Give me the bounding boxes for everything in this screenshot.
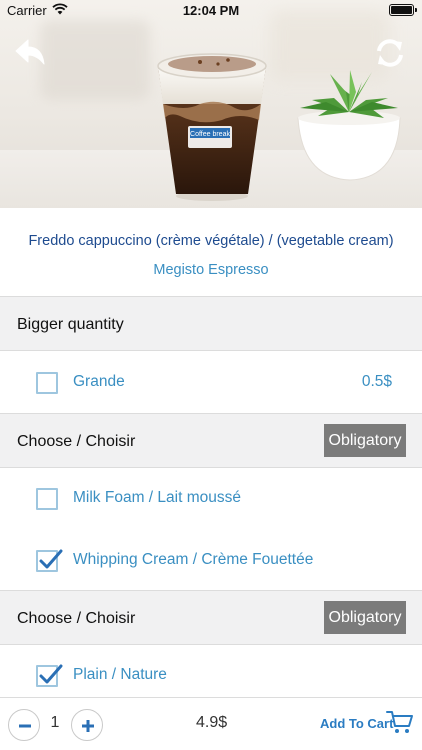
option-label: Plain / Nature [73, 666, 167, 683]
increase-quantity-button[interactable] [71, 709, 103, 741]
obligatory-badge: Obligatory [324, 424, 406, 457]
product-image: Coffee break [0, 0, 422, 208]
checkmark-icon [39, 549, 63, 569]
add-to-cart-label: Add To Cart [320, 716, 394, 731]
minus-icon [19, 724, 31, 728]
option-price: 0.5$ [361, 373, 392, 390]
status-bar: Carrier 12:04 PM [0, 0, 422, 22]
section-header-choose-2: Choose / Choisir Obligatory [0, 590, 422, 645]
obligatory-badge: Obligatory [324, 601, 406, 634]
status-time: 12:04 PM [182, 3, 240, 18]
option-label: Whipping Cream / Crème Fouettée [73, 551, 314, 568]
battery-icon [389, 4, 417, 16]
total-price: 4.9$ [196, 714, 228, 731]
refresh-icon [377, 39, 403, 67]
checkbox-checked[interactable] [36, 664, 63, 687]
section-header-bigger-quantity: Bigger quantity [0, 296, 422, 351]
option-grande[interactable]: Grande 0.5$ [0, 352, 422, 410]
plus-icon [82, 720, 94, 732]
option-whipping-cream[interactable]: Whipping Cream / Crème Fouettée [0, 531, 422, 589]
add-to-cart-button[interactable]: Add To Cart [318, 706, 414, 742]
option-milk-foam[interactable]: Milk Foam / Lait moussé [0, 469, 422, 527]
back-button[interactable] [13, 36, 47, 70]
checkbox-unchecked[interactable] [36, 372, 58, 394]
product-title: Freddo cappuccino (crème végétale) / (ve… [28, 233, 394, 249]
decrease-quantity-button[interactable] [8, 709, 40, 741]
option-label: Milk Foam / Lait moussé [73, 489, 241, 506]
checkmark-icon [39, 664, 63, 684]
back-arrow-icon [15, 39, 45, 65]
shop-name: Megisto Espresso [153, 262, 269, 278]
shopping-cart-icon [386, 711, 413, 733]
option-label: Grande [73, 373, 125, 390]
product-info: Freddo cappuccino (crème végétale) / (ve… [0, 208, 422, 296]
refresh-button[interactable] [373, 36, 407, 70]
section-title: Choose / Choisir [17, 610, 136, 627]
option-plain[interactable]: Plain / Nature [0, 646, 422, 704]
product-photo: Coffee break [157, 53, 401, 201]
section-title: Choose / Choisir [17, 433, 136, 450]
section-header-choose-1: Choose / Choisir Obligatory [0, 413, 422, 468]
cup-brand-logo: Coffee break [190, 131, 230, 138]
quantity-value: 1 [50, 714, 60, 731]
section-title: Bigger quantity [17, 316, 124, 333]
cart-bar: 1 4.9$ Add To Cart [0, 697, 422, 750]
checkbox-unchecked[interactable] [36, 488, 58, 510]
checkbox-checked[interactable] [36, 549, 63, 572]
